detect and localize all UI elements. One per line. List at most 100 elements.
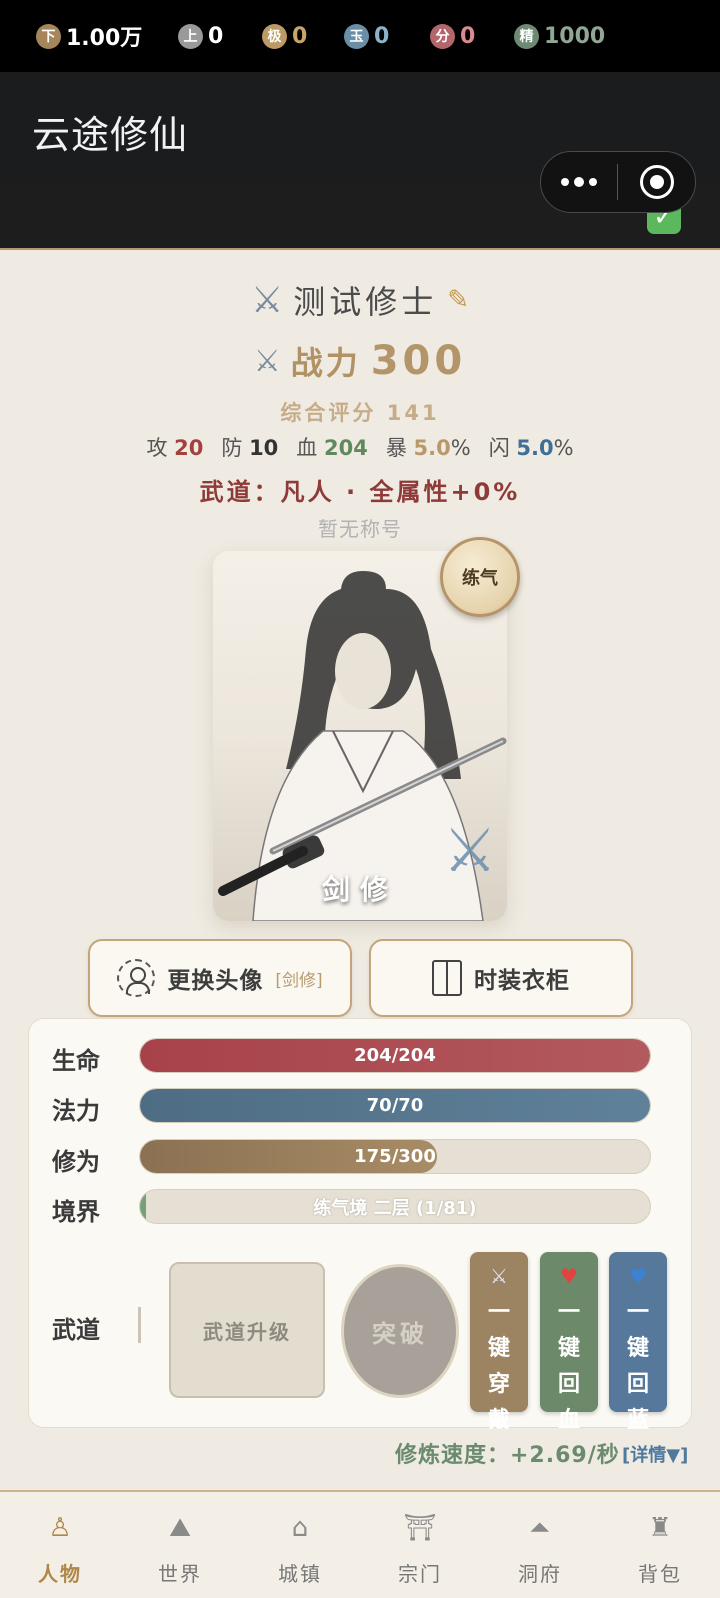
crossed-swords-icon: ⚔ <box>253 343 281 379</box>
tab-mountain[interactable]: ⛰ 世界 <box>120 1492 240 1598</box>
progress-text: 70/70 <box>366 1095 424 1116</box>
current-class-tag: [剑修] <box>275 970 323 991</box>
tab-bag[interactable]: ♜ 背包 <box>600 1492 720 1598</box>
restore-mp-button[interactable]: ♥ 一键回蓝 <box>609 1252 667 1433</box>
button-char: 键 <box>557 1336 580 1361</box>
overall-score: 综合评分 141 <box>280 401 440 425</box>
resource-badge: 上 <box>178 23 203 49</box>
progress-text: 204/204 <box>354 1045 436 1066</box>
resource-value: 0 <box>460 23 476 49</box>
stat-value: 20 <box>174 436 204 460</box>
stat-value: 204 <box>323 436 368 460</box>
wudao-upgrade-button[interactable]: 武道升级 <box>169 1262 325 1398</box>
resource-item: 极0 <box>262 22 307 50</box>
progress-text: 175/300 <box>354 1146 436 1167</box>
resource-item: 玉0 <box>344 22 389 50</box>
player-name-row: ⚔ 测试修士 ✎ <box>0 277 720 323</box>
resource-value: 1.00万 <box>66 26 143 51</box>
crossed-swords-icon: ⚔ <box>250 279 284 321</box>
bottom-tab-bar: ♙ 人物 ⛰ 世界 ⌂ 城镇 ⛩ 宗门 ⏶ 洞府 ♜ 背包 <box>0 1490 720 1598</box>
button-char: 一 <box>557 1300 580 1325</box>
player-name: 测试修士 <box>293 283 438 321</box>
resource-item: 下 1.00万 <box>36 22 143 51</box>
button-char: 回 <box>557 1372 580 1397</box>
edit-name-icon[interactable]: ✎ <box>447 285 469 315</box>
stat-label: 血 <box>296 436 318 460</box>
tab-label: 世界 <box>158 1562 202 1586</box>
stat-item: 闪 5.0% <box>489 432 574 462</box>
avatar-icon <box>117 959 156 997</box>
button-char: 一 <box>626 1300 649 1325</box>
app-title: 云途修仙 <box>32 113 189 157</box>
cave-icon: ⏶ <box>529 1512 551 1543</box>
close-miniprogram-button[interactable] <box>618 165 695 199</box>
change-avatar-button[interactable]: 更换头像 [剑修] <box>88 939 352 1017</box>
resource-value: 0 <box>208 23 224 49</box>
tab-label: 洞府 <box>518 1562 562 1586</box>
bar-label: 修为 <box>52 1148 100 1176</box>
details-toggle[interactable]: [详情▼] <box>622 1441 688 1467</box>
stat-suffix: % <box>553 436 574 460</box>
resource-value: 0 <box>374 23 390 49</box>
combat-power-row: ⚔ 战力 300 <box>0 338 720 384</box>
town-icon: ⌂ <box>291 1513 309 1543</box>
stat-suffix: % <box>450 436 471 460</box>
combat-power-value: 300 <box>370 338 467 384</box>
progress-bar: 练气境 二层 (1/81) <box>139 1189 651 1224</box>
bag-icon: ♜ <box>648 1513 672 1543</box>
breakthrough-button[interactable]: 突破 <box>341 1264 459 1398</box>
red-heart-icon: ♥ <box>560 1264 578 1288</box>
stat-value: 5.0 <box>413 436 451 460</box>
resource-item: 分0 <box>430 22 475 50</box>
resource-badge: 玉 <box>344 23 369 49</box>
cultivation-speed: 修炼速度：+2.69/秒 <box>395 1443 620 1468</box>
divider <box>138 1307 141 1343</box>
stat-value: 10 <box>249 436 279 460</box>
button-char: 键 <box>487 1336 510 1361</box>
wardrobe-label: 时装衣柜 <box>474 968 570 994</box>
stat-label: 暴 <box>385 436 407 460</box>
more-menu-button[interactable] <box>541 152 617 212</box>
button-char: 穿 <box>487 1372 510 1397</box>
resource-badge: 下 <box>36 23 61 49</box>
stat-label: 闪 <box>488 436 510 460</box>
stat-item: 暴 5.0% <box>386 432 471 462</box>
button-char: 键 <box>626 1336 649 1361</box>
restore-hp-button[interactable]: ♥ 一键回血 <box>540 1252 598 1433</box>
stat-item: 血 204 <box>296 432 368 462</box>
resource-badge: 极 <box>262 23 287 49</box>
stat-label: 攻 <box>146 436 168 460</box>
button-char: 蓝 <box>626 1408 649 1433</box>
stat-value: 5.0 <box>516 436 554 460</box>
progress-bar: 70/70 <box>139 1088 651 1123</box>
combat-power-label: 战力 <box>290 344 361 382</box>
tab-town[interactable]: ⌂ 城镇 <box>240 1492 360 1598</box>
tab-cave[interactable]: ⏶ 洞府 <box>480 1492 600 1598</box>
target-icon <box>639 165 674 199</box>
tab-person[interactable]: ♙ 人物 <box>0 1492 120 1598</box>
tab-label: 人物 <box>38 1562 82 1586</box>
tab-gate[interactable]: ⛩ 宗门 <box>360 1492 480 1598</box>
miniprogram-capsule <box>540 151 696 213</box>
equip-all-button[interactable]: ⚔ 一键穿戴 <box>470 1252 528 1433</box>
progress-bar: 175/300 <box>139 1139 651 1174</box>
progress-bar: 204/204 <box>139 1038 651 1073</box>
bar-label: 法力 <box>52 1097 100 1125</box>
stat-line: 攻 20 防 10 血 204 暴 5.0% 闪 5.0% <box>0 432 720 462</box>
wardrobe-icon <box>432 960 462 996</box>
tab-label: 背包 <box>638 1562 682 1586</box>
player-title: 暂无称号 <box>318 517 402 541</box>
wudao-label: 武道 <box>52 1316 100 1344</box>
button-char: 血 <box>557 1408 580 1433</box>
resource-item: 上0 <box>178 22 223 50</box>
person-icon: ♙ <box>48 1513 72 1543</box>
resource-value: 0 <box>292 23 308 49</box>
bar-label: 生命 <box>52 1047 100 1075</box>
realm-badge: 练气 <box>440 537 520 617</box>
wardrobe-button[interactable]: 时装衣柜 <box>369 939 633 1017</box>
mountain-icon: ⛰ <box>169 1512 191 1543</box>
change-avatar-label: 更换头像 <box>167 968 264 994</box>
resource-item: 精 1000 <box>514 22 605 50</box>
stat-item: 攻 20 <box>146 432 203 462</box>
sword-icon: ⚔ <box>490 1264 508 1288</box>
